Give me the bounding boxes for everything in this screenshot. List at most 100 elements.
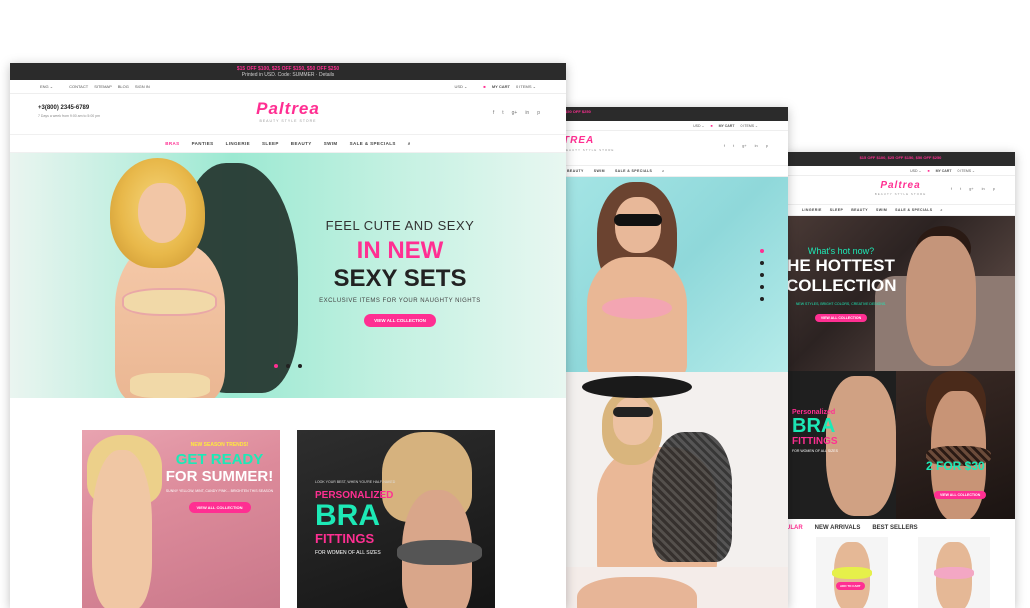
cart-count[interactable]: 0 ITEMS ⌄ — [957, 169, 975, 173]
nav-swim[interactable]: SWIM — [876, 208, 887, 212]
view-collection-button[interactable]: VIEW ALL COLLECTION — [188, 502, 251, 513]
nav-lingerie[interactable]: LINGERIE — [226, 141, 250, 146]
deal-text: 2 FOR $30 — [926, 459, 985, 473]
slider-dot[interactable] — [760, 249, 764, 253]
main-nav: BRAS PANTIES LINGERIE SLEEP BEAUTY SWIM … — [10, 134, 566, 153]
banner-subtitle: FOR WOMEN OF ALL SIZES — [315, 550, 381, 556]
product-image-bra — [832, 567, 872, 579]
facebook-icon[interactable]: f — [951, 186, 952, 191]
currency-select[interactable]: USD ⌄ — [454, 84, 467, 89]
search-icon[interactable]: ⌕ — [408, 141, 411, 146]
nav-swim[interactable]: SWIM — [594, 169, 605, 173]
tab-popular[interactable]: ULAR — [786, 525, 803, 537]
view-collection-button[interactable]: VIEW ALL COLLECTION — [934, 491, 987, 499]
bra-fittings-banner[interactable]: Personalized BRA FITTINGS FOR WOMEN OF A… — [786, 371, 896, 519]
bra-fittings-banner[interactable]: LOOK YOUR BEST, WHEN YOU'RE HALF-NAKED P… — [297, 430, 495, 608]
slider-dot[interactable] — [298, 364, 302, 368]
twitter-icon[interactable]: t — [960, 186, 961, 191]
slider-dots — [274, 364, 302, 368]
lower-image — [557, 567, 788, 608]
search-icon[interactable]: ⌕ — [940, 208, 942, 212]
tagline: BEAUTY STYLE STORE — [874, 192, 927, 196]
nav-sleep[interactable]: SLEEP — [262, 141, 279, 146]
hero-image-face — [138, 183, 186, 243]
currency-select[interactable]: USD ⌄ — [910, 169, 921, 173]
nav-beauty[interactable]: BEAUTY — [567, 169, 584, 173]
site-header: Paltrea BEAUTY STYLE STORE f t g+ in p — [786, 176, 1015, 204]
add-to-cart-button[interactable]: ADD TO CART — [836, 582, 865, 590]
product-tabs: ULAR NEW ARRIVALS BEST SELLERS — [786, 519, 1015, 537]
google-plus-icon[interactable]: g+ — [742, 143, 747, 148]
cart-count[interactable]: 0 ITEMS ⌄ — [740, 124, 758, 128]
sign-in-link[interactable]: SIGN IN — [135, 84, 150, 89]
promo-subtext[interactable]: Printed in USD. Code: SUMMER · Details — [10, 72, 566, 78]
slider-dot[interactable] — [760, 273, 764, 277]
banner-subtitle: SUNNY YELLOW, MINT, CANDY PINK... BRIGHT… — [165, 489, 274, 493]
logo[interactable]: Paltrea — [10, 99, 566, 119]
nav-sale[interactable]: SALE & SPECIALS — [350, 141, 396, 146]
nav-beauty[interactable]: BEAUTY — [291, 141, 312, 146]
facebook-icon[interactable]: f — [493, 110, 494, 116]
linkedin-icon[interactable]: in — [525, 110, 529, 116]
cart-icon[interactable]: ■ — [483, 84, 485, 89]
currency-select[interactable]: USD ⌄ — [693, 124, 704, 128]
search-icon[interactable]: ⌕ — [662, 169, 664, 173]
tagline: BEAUTY STYLE STORE — [563, 148, 615, 152]
google-plus-icon[interactable]: g+ — [969, 186, 974, 191]
nav-sale[interactable]: SALE & SPECIALS — [895, 208, 932, 212]
cart-icon[interactable]: ■ — [927, 169, 929, 173]
cart-link[interactable]: MY CART — [492, 84, 510, 89]
sunglasses-image — [614, 214, 662, 226]
summer-banner[interactable]: NEW SEASON TRENDS! GET READY FOR SUMMER!… — [82, 430, 280, 608]
linkedin-icon[interactable]: in — [982, 186, 985, 191]
pinterest-icon[interactable]: p — [993, 186, 995, 191]
hero-subtitle: NEW STYLES, BRIGHT COLORS, CREATIVE DESI… — [795, 302, 887, 306]
banner-title: GET READY — [175, 451, 264, 468]
cart-link[interactable]: MY CART — [936, 169, 952, 173]
view-collection-button[interactable]: VIEW ALL COLLECTION — [364, 314, 436, 327]
hero-kicker: What's hot now? — [807, 246, 875, 256]
slider-dot[interactable] — [760, 285, 764, 289]
language-select[interactable]: ENG ⌄ — [40, 84, 53, 89]
nav-beauty[interactable]: BEAUTY — [851, 208, 868, 212]
product-card[interactable]: ADD TO CART — [816, 537, 888, 608]
slider-dot[interactable] — [760, 261, 764, 265]
google-plus-icon[interactable]: g+ — [512, 110, 518, 116]
linkedin-icon[interactable]: in — [755, 143, 758, 148]
promo-bar: $15 OFF $100, $25 OFF $150, $50 OFF $250… — [10, 63, 566, 80]
tab-new-arrivals[interactable]: NEW ARRIVALS — [815, 525, 861, 537]
image-face — [613, 397, 653, 445]
logo[interactable]: TREA — [563, 135, 594, 146]
lace-bodysuit-image[interactable] — [557, 372, 788, 567]
showcase-stage: $15 OFF $100, $25 OFF $150, $50 OFF $250… — [0, 0, 1030, 608]
nav-panties[interactable]: PANTIES — [192, 141, 214, 146]
main-nav: BEAUTY SWIM SALE & SPECIALS ⌕ — [557, 165, 788, 177]
banner-image — [92, 450, 152, 608]
blog-link[interactable]: BLOG — [118, 84, 129, 89]
view-collection-button[interactable]: VIEW ALL COLLECTION — [814, 314, 868, 322]
sitemap-link[interactable]: SITEMAP — [94, 84, 112, 89]
twitter-icon[interactable]: t — [502, 110, 503, 116]
pinterest-icon[interactable]: p — [766, 143, 768, 148]
nav-sleep[interactable]: SLEEP — [830, 208, 843, 212]
contact-link[interactable]: CONTACT — [69, 84, 88, 89]
promo-bar: $15 OFF $100, $25 OFF $150, $50 OFF $250 — [786, 152, 1015, 166]
pinterest-icon[interactable]: p — [537, 110, 540, 116]
product-image-bra — [934, 567, 974, 579]
tab-best-sellers[interactable]: BEST SELLERS — [872, 525, 917, 537]
nav-lingerie[interactable]: LINGERIE — [802, 208, 822, 212]
slider-dot[interactable] — [274, 364, 278, 368]
cart-count[interactable]: 0 ITEMS ⌄ — [516, 84, 536, 89]
slider-dot[interactable] — [760, 297, 764, 301]
nav-bras[interactable]: BRAS — [165, 141, 179, 146]
hero-image-panty — [130, 373, 210, 398]
cart-link[interactable]: MY CART — [719, 124, 735, 128]
product-card[interactable] — [918, 537, 990, 608]
nav-swim[interactable]: SWIM — [324, 141, 338, 146]
cart-icon[interactable]: ■ — [710, 124, 712, 128]
slider-dot[interactable] — [286, 364, 290, 368]
nav-sale[interactable]: SALE & SPECIALS — [615, 169, 652, 173]
two-for-deal-banner[interactable]: 2 FOR $30 VIEW ALL COLLECTION — [896, 371, 1015, 519]
twitter-icon[interactable]: t — [733, 143, 734, 148]
facebook-icon[interactable]: f — [724, 143, 725, 148]
